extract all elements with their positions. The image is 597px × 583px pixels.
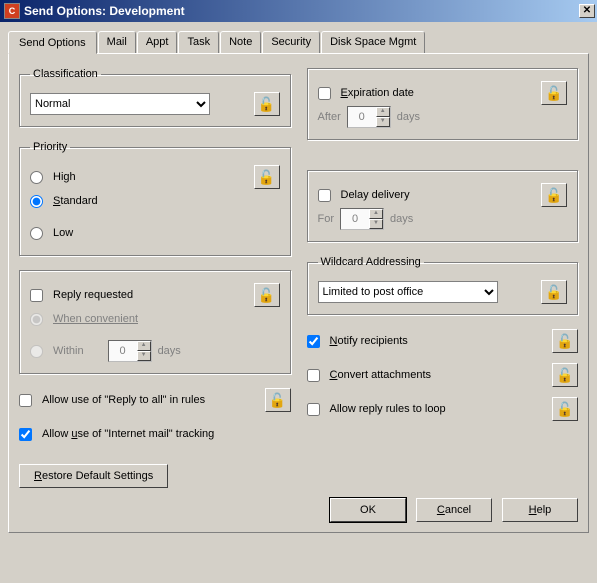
wildcard-group: Wildcard Addressing Limited to post offi…	[307, 256, 579, 315]
tab-appt[interactable]: Appt	[137, 31, 178, 54]
reply-days-label: days	[158, 345, 181, 357]
reply-within-spinner: ▲▼	[108, 340, 152, 362]
tab-task[interactable]: Task	[178, 31, 219, 54]
priority-legend: Priority	[30, 141, 70, 153]
chevron-up-icon: ▲	[376, 107, 390, 117]
app-icon: C	[4, 3, 20, 19]
internet-tracking-checkbox[interactable]	[19, 428, 32, 441]
tab-send-options[interactable]: Send Options	[8, 31, 97, 54]
lock-icon[interactable]: 🔓	[254, 92, 280, 116]
chevron-up-icon: ▲	[369, 209, 383, 219]
expiration-spinner: ▲▼	[347, 106, 391, 128]
delay-for-label: For	[318, 213, 335, 225]
expiration-checkbox[interactable]	[318, 87, 331, 100]
ok-button[interactable]: OK	[330, 498, 406, 522]
tab-disk-space[interactable]: Disk Space Mgmt	[321, 31, 425, 54]
reply-within-label: Within	[53, 345, 84, 357]
tab-note[interactable]: Note	[220, 31, 261, 54]
wildcard-legend: Wildcard Addressing	[318, 256, 424, 268]
restore-defaults-button[interactable]: Restore Default Settings	[19, 464, 168, 488]
lock-icon[interactable]: 🔓	[541, 280, 567, 304]
reply-requested-label: Reply requested	[53, 289, 133, 301]
convert-checkbox[interactable]	[307, 369, 320, 382]
expiration-days-label: days	[397, 111, 420, 123]
allow-loop-label: Allow reply rules to loop	[330, 403, 446, 415]
lock-icon[interactable]: 🔓	[552, 397, 578, 421]
lock-icon[interactable]: 🔓	[541, 183, 567, 207]
priority-high-radio[interactable]	[30, 171, 43, 184]
close-icon[interactable]: ✕	[579, 4, 595, 18]
delay-checkbox[interactable]	[318, 189, 331, 202]
delay-days-label: days	[390, 213, 413, 225]
reply-all-rules-label: Allow use of "Reply to all" in rules	[42, 394, 205, 406]
delay-group: Delay delivery 🔓 For ▲▼ days	[307, 170, 579, 242]
delay-label: Delay delivery	[341, 189, 410, 201]
reply-requested-checkbox[interactable]	[30, 289, 43, 302]
classification-select[interactable]: Normal	[30, 93, 210, 115]
chevron-down-icon: ▼	[137, 351, 151, 361]
allow-loop-checkbox[interactable]	[307, 403, 320, 416]
convert-label: Convert attachments	[330, 369, 432, 381]
internet-tracking-label: Allow use of "Internet mail" tracking	[42, 428, 214, 440]
priority-standard-label: Standard	[53, 195, 98, 207]
reply-within-radio	[30, 345, 43, 358]
lock-icon[interactable]: 🔓	[254, 165, 280, 189]
notify-checkbox[interactable]	[307, 335, 320, 348]
classification-group: Classification Normal 🔓	[19, 68, 291, 127]
cancel-button[interactable]: Cancel	[416, 498, 492, 522]
classification-legend: Classification	[30, 68, 101, 80]
chevron-down-icon: ▼	[376, 117, 390, 127]
expiration-label: Expiration date	[341, 87, 414, 99]
lock-icon[interactable]: 🔓	[254, 283, 280, 307]
wildcard-select[interactable]: Limited to post office	[318, 281, 498, 303]
lock-icon[interactable]: 🔓	[541, 81, 567, 105]
expiration-after-label: After	[318, 111, 341, 123]
notify-label: Notify recipients	[330, 335, 408, 347]
priority-low-label: Low	[53, 227, 73, 239]
window-title: Send Options: Development	[24, 4, 185, 18]
chevron-up-icon: ▲	[137, 341, 151, 351]
lock-icon[interactable]: 🔓	[552, 363, 578, 387]
priority-high-label: High	[53, 171, 76, 183]
chevron-down-icon: ▼	[369, 219, 383, 229]
reply-when-label: When convenient	[53, 313, 138, 325]
reply-all-rules-checkbox[interactable]	[19, 394, 32, 407]
priority-group: Priority High 🔓 Standard Low	[19, 141, 291, 256]
lock-icon[interactable]: 🔓	[552, 329, 578, 353]
delay-spinner: ▲▼	[340, 208, 384, 230]
expiration-group: Expiration date 🔓 After ▲▼ days	[307, 68, 579, 140]
priority-standard-radio[interactable]	[30, 195, 43, 208]
tab-mail[interactable]: Mail	[98, 31, 136, 54]
help-button[interactable]: Help	[502, 498, 578, 522]
tab-security[interactable]: Security	[262, 31, 320, 54]
reply-group: Reply requested 🔓 When convenient Within…	[19, 270, 291, 374]
reply-when-radio	[30, 313, 43, 326]
lock-icon[interactable]: 🔓	[265, 388, 291, 412]
priority-low-radio[interactable]	[30, 227, 43, 240]
